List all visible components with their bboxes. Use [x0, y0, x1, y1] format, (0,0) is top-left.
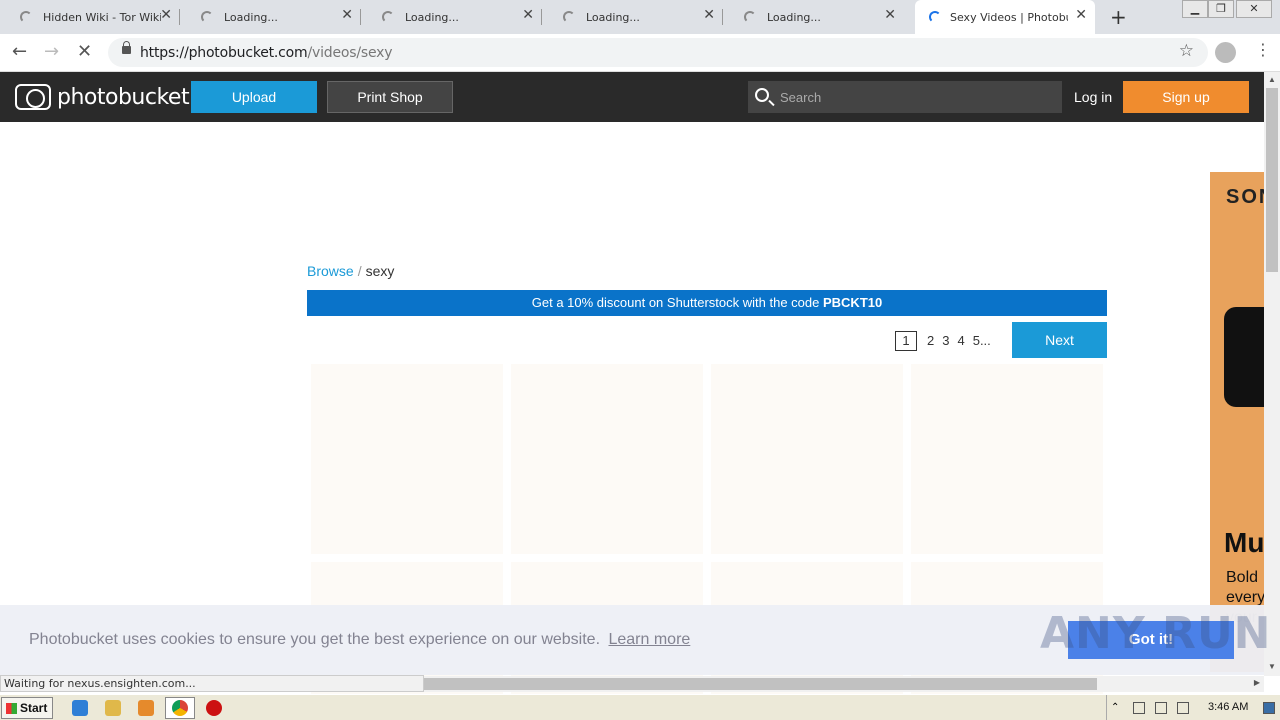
tab-title: Sexy Videos | Photobuck: [950, 11, 1068, 24]
address-bar[interactable]: https://photobucket.com/videos/sexy ☆: [108, 38, 1208, 67]
pagination: 1 2 3 4 5 ...: [895, 331, 999, 351]
page-link[interactable]: 4: [957, 331, 964, 351]
tab-title: Hidden Wiki - Tor Wiki - D: [43, 11, 161, 24]
stop-loading-icon[interactable]: ✕: [77, 41, 92, 62]
loading-spinner-icon: [929, 11, 941, 23]
signup-button[interactable]: Sign up: [1123, 81, 1249, 113]
flag-icon[interactable]: [1177, 702, 1189, 714]
browser-tab[interactable]: Loading... ✕: [181, 0, 361, 34]
upload-button[interactable]: Upload: [191, 81, 317, 113]
close-window-icon[interactable]: ✕: [1236, 0, 1272, 18]
video-thumbnail[interactable]: [711, 364, 903, 554]
restore-icon[interactable]: ❐: [1208, 0, 1234, 18]
page-link[interactable]: 3: [942, 331, 949, 351]
breadcrumb-current: sexy: [365, 263, 395, 279]
show-desktop-icon[interactable]: [1263, 702, 1275, 714]
browser-tab[interactable]: Loading... ✕: [362, 0, 542, 34]
loading-spinner-icon: [20, 11, 32, 23]
tray-expand-icon[interactable]: ⌃: [1111, 702, 1123, 714]
scroll-down-icon[interactable]: ▼: [1268, 662, 1276, 671]
close-tab-icon[interactable]: ✕: [884, 7, 896, 23]
scrollbar-thumb[interactable]: [1266, 88, 1278, 272]
folder-icon[interactable]: [105, 700, 121, 716]
search-icon[interactable]: [755, 88, 769, 102]
loading-spinner-icon: [382, 11, 394, 23]
speaker-product-image: [1224, 307, 1264, 407]
chrome-taskbar-icon[interactable]: [165, 697, 195, 719]
logo-text: photobucket: [57, 84, 190, 110]
status-bar: Waiting for nexus.ensighten.com...: [0, 675, 424, 692]
menu-kebab-icon[interactable]: ⋮: [1255, 40, 1271, 59]
anyrun-watermark: ANY RUN: [1040, 608, 1272, 659]
scrollbar-thumb[interactable]: [424, 678, 1097, 690]
browser-tab-strip: Hidden Wiki - Tor Wiki - D ✕ Loading... …: [0, 0, 1280, 34]
ad-headline: Mu: [1224, 527, 1264, 558]
system-tray: ⌃: [1106, 695, 1280, 720]
windows-taskbar: Start ⌃ 3:46 AM: [0, 694, 1280, 720]
learn-more-link[interactable]: Learn more: [608, 631, 690, 648]
breadcrumb-browse-link[interactable]: Browse: [307, 263, 354, 279]
search-input[interactable]: [780, 87, 1050, 107]
browser-toolbar: ← → ✕ https://photobucket.com/videos/sex…: [0, 34, 1280, 72]
tab-title: Loading...: [586, 11, 640, 24]
print-shop-button[interactable]: Print Shop: [327, 81, 453, 113]
loading-spinner-icon: [201, 11, 213, 23]
side-advertisement[interactable]: SON Mu Bold every your: [1210, 172, 1264, 672]
page-ellipsis: ...: [979, 333, 991, 348]
opera-icon[interactable]: [206, 700, 222, 716]
lock-icon: [122, 41, 131, 54]
breadcrumb: Browse / sexy: [307, 263, 395, 279]
vertical-scrollbar[interactable]: ▲ ▼: [1264, 72, 1280, 676]
search-box: [748, 81, 1062, 113]
media-player-icon[interactable]: [138, 700, 154, 716]
browser-tab[interactable]: Loading... ✕: [543, 0, 723, 34]
tab-title: Loading...: [405, 11, 459, 24]
site-header: photobucket Upload Print Shop Log in Sig…: [0, 72, 1264, 122]
ad-brand: SON: [1226, 186, 1264, 208]
forward-arrow-icon[interactable]: →: [44, 41, 59, 62]
network-icon[interactable]: [1155, 702, 1167, 714]
tab-title: Loading...: [767, 11, 821, 24]
promo-code: PBCKT10: [822, 295, 883, 310]
scroll-up-icon[interactable]: ▲: [1268, 75, 1276, 84]
camera-logo-icon: [15, 84, 51, 110]
page-current: 1: [895, 331, 917, 351]
cookie-message: Photobucket uses cookies to ensure you g…: [29, 631, 691, 648]
internet-explorer-icon[interactable]: [72, 700, 88, 716]
taskbar-clock: 3:46 AM: [1208, 701, 1249, 713]
close-tab-icon[interactable]: ✕: [341, 7, 353, 23]
url-text: https://photobucket.com/videos/sexy: [140, 45, 393, 61]
tab-title: Loading...: [224, 11, 278, 24]
new-tab-icon[interactable]: +: [1110, 5, 1127, 29]
loading-spinner-icon: [744, 11, 756, 23]
minimize-icon[interactable]: ▁: [1182, 0, 1208, 18]
bookmark-star-icon[interactable]: ☆: [1179, 41, 1194, 61]
video-thumbnail[interactable]: [511, 364, 703, 554]
close-tab-icon[interactable]: ✕: [160, 7, 172, 23]
back-arrow-icon[interactable]: ←: [12, 41, 27, 62]
browser-tab[interactable]: Hidden Wiki - Tor Wiki - D ✕: [0, 0, 180, 34]
scroll-right-icon[interactable]: ▶: [1254, 678, 1260, 687]
close-tab-icon[interactable]: ✕: [522, 7, 534, 23]
page-link[interactable]: 2: [927, 331, 934, 351]
promo-banner[interactable]: Get a 10% discount on Shutterstock with …: [307, 290, 1107, 316]
browser-tab-active[interactable]: Sexy Videos | Photobuck ✕: [915, 0, 1095, 34]
volume-icon[interactable]: [1133, 702, 1145, 714]
page-link[interactable]: 5: [973, 331, 980, 351]
close-tab-icon[interactable]: ✕: [703, 7, 715, 23]
video-thumbnail[interactable]: [311, 364, 503, 554]
browser-tab[interactable]: Loading... ✕: [724, 0, 904, 34]
horizontal-scrollbar[interactable]: ▶: [424, 676, 1264, 692]
start-button[interactable]: Start: [1, 697, 53, 719]
close-tab-icon[interactable]: ✕: [1075, 7, 1087, 23]
login-link[interactable]: Log in: [1074, 89, 1112, 105]
video-thumbnail[interactable]: [911, 364, 1103, 554]
photobucket-logo[interactable]: photobucket: [15, 84, 190, 110]
profile-avatar-icon[interactable]: [1215, 42, 1236, 63]
loading-spinner-icon: [563, 11, 575, 23]
next-page-button[interactable]: Next: [1012, 322, 1107, 358]
